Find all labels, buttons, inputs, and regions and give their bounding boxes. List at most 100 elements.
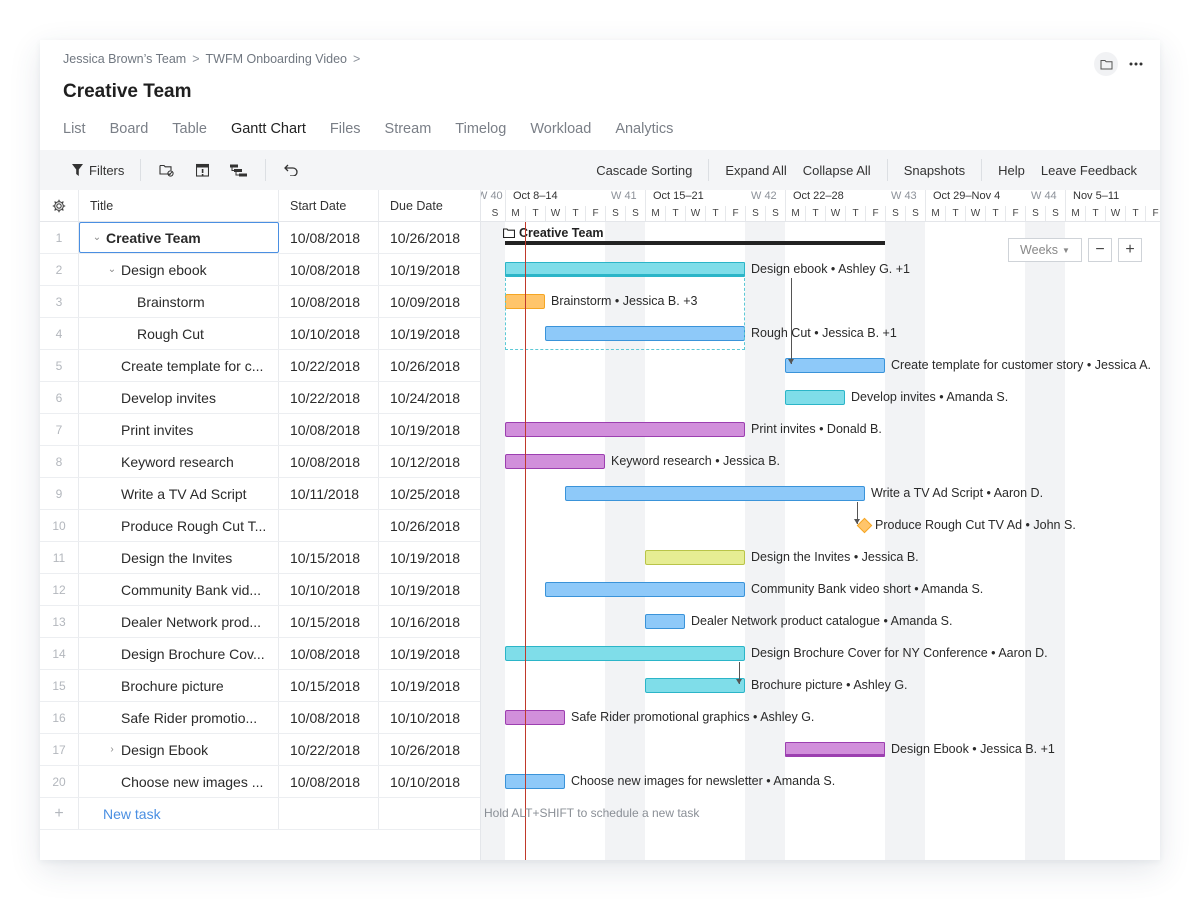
table-row[interactable]: 1 ⌄ Creative Team 10/08/2018 10/26/2018 [40, 222, 480, 254]
start-date-cell[interactable]: 10/08/2018 [279, 414, 379, 445]
summary-task-bar[interactable] [785, 742, 885, 757]
tab-gantt-chart[interactable]: Gantt Chart [230, 118, 306, 154]
due-date-cell[interactable]: 10/24/2018 [379, 382, 480, 413]
cascade-sorting-button[interactable]: Cascade Sorting [596, 163, 692, 178]
task-bar[interactable] [505, 774, 565, 789]
due-date-cell[interactable]: 10/19/2018 [379, 414, 480, 445]
column-header-title[interactable]: Title [79, 190, 279, 221]
due-date-cell[interactable]: 10/19/2018 [379, 542, 480, 573]
due-date-cell[interactable]: 10/19/2018 [379, 670, 480, 701]
summary-task-bar[interactable] [505, 262, 745, 277]
expand-all-button[interactable]: Expand All [725, 163, 786, 178]
hierarchy-icon[interactable] [229, 161, 247, 179]
tab-list[interactable]: List [63, 118, 86, 150]
new-task-row[interactable]: + New task [40, 798, 480, 830]
filters-button[interactable]: Filters [72, 163, 124, 178]
due-date-cell[interactable]: 10/19/2018 [379, 574, 480, 605]
task-title-cell[interactable]: Print invites [79, 414, 279, 445]
gantt-chart[interactable]: W 40 S Oct 8–14 W 41 M T W T F S S Oct 15–21 W 42 M T W… [481, 190, 1160, 860]
due-date-cell[interactable]: 10/26/2018 [379, 222, 480, 253]
tab-analytics[interactable]: Analytics [615, 118, 673, 150]
table-row[interactable]: 7 Print invites 10/08/2018 10/19/2018 [40, 414, 480, 446]
due-date-cell[interactable]: 10/19/2018 [379, 318, 480, 349]
leave-feedback-button[interactable]: Leave Feedback [1041, 163, 1137, 178]
task-title-cell[interactable]: Choose new images ... [79, 766, 279, 797]
start-date-cell[interactable]: 10/10/2018 [279, 574, 379, 605]
chevron-down-icon[interactable]: ⌄ [105, 264, 119, 275]
table-settings-button[interactable] [40, 190, 79, 221]
start-date-cell[interactable]: 10/08/2018 [279, 222, 379, 253]
task-title-cell[interactable]: ⌄ Creative Team [79, 222, 279, 253]
task-title-cell[interactable]: Create template for c... [79, 350, 279, 381]
collapse-all-button[interactable]: Collapse All [803, 163, 871, 178]
start-date-cell[interactable]: 10/11/2018 [279, 478, 379, 509]
tab-workload[interactable]: Workload [530, 118, 591, 150]
tab-files[interactable]: Files [330, 118, 361, 150]
due-date-cell[interactable]: 10/10/2018 [379, 766, 480, 797]
more-horizontal-icon[interactable] [1124, 52, 1148, 76]
new-task-link[interactable]: New task [103, 806, 161, 822]
task-title-cell[interactable]: Brainstorm [79, 286, 279, 317]
chevron-down-icon[interactable]: ⌄ [90, 232, 104, 243]
start-date-cell[interactable]: 10/08/2018 [279, 638, 379, 669]
task-title-cell[interactable]: Develop invites [79, 382, 279, 413]
due-date-cell[interactable]: 10/19/2018 [379, 638, 480, 669]
table-row[interactable]: 3 Brainstorm 10/08/2018 10/09/2018 [40, 286, 480, 318]
table-row[interactable]: 17 › Design Ebook 10/22/2018 10/26/2018 [40, 734, 480, 766]
start-date-cell[interactable]: 10/15/2018 [279, 670, 379, 701]
breadcrumb-project[interactable]: TWFM Onboarding Video [206, 52, 348, 66]
zoom-in-button[interactable]: + [1118, 238, 1142, 262]
start-date-cell[interactable]: 10/08/2018 [279, 446, 379, 477]
tab-table[interactable]: Table [172, 118, 207, 150]
due-date-cell[interactable]: 10/12/2018 [379, 446, 480, 477]
start-date-cell[interactable]: 10/22/2018 [279, 734, 379, 765]
project-summary-bar[interactable] [505, 241, 885, 245]
folder-settings-icon[interactable] [157, 161, 175, 179]
table-row[interactable]: 5 Create template for c... 10/22/2018 10… [40, 350, 480, 382]
tab-board[interactable]: Board [110, 118, 149, 150]
timescale-select[interactable]: Weeks ▼ [1008, 238, 1082, 262]
undo-icon[interactable] [282, 161, 300, 179]
task-title-cell[interactable]: › Design Ebook [79, 734, 279, 765]
table-row[interactable]: 16 Safe Rider promotio... 10/08/2018 10/… [40, 702, 480, 734]
start-date-cell[interactable]: 10/08/2018 [279, 702, 379, 733]
task-bar[interactable] [545, 582, 745, 597]
start-date-cell[interactable]: 10/10/2018 [279, 318, 379, 349]
table-row[interactable]: 14 Design Brochure Cov... 10/08/2018 10/… [40, 638, 480, 670]
table-row[interactable]: 2 ⌄ Design ebook 10/08/2018 10/19/2018 [40, 254, 480, 286]
task-title-cell[interactable]: Write a TV Ad Script [79, 478, 279, 509]
task-bar[interactable] [785, 358, 885, 373]
task-title-cell[interactable]: Rough Cut [79, 318, 279, 349]
task-title-cell[interactable]: Produce Rough Cut T... [79, 510, 279, 541]
task-title-cell[interactable]: Design Brochure Cov... [79, 638, 279, 669]
start-date-cell[interactable]: 10/08/2018 [279, 254, 379, 285]
task-bar[interactable] [785, 390, 845, 405]
table-row[interactable]: 4 Rough Cut 10/10/2018 10/19/2018 [40, 318, 480, 350]
breadcrumb-team[interactable]: Jessica Brown’s Team [63, 52, 186, 66]
table-row[interactable]: 9 Write a TV Ad Script 10/11/2018 10/25/… [40, 478, 480, 510]
task-title-cell[interactable]: Safe Rider promotio... [79, 702, 279, 733]
snapshots-button[interactable]: Snapshots [904, 163, 965, 178]
folder-icon[interactable] [1094, 52, 1118, 76]
task-bar[interactable] [505, 646, 745, 661]
start-date-cell[interactable] [279, 510, 379, 541]
add-icon[interactable]: + [40, 798, 79, 829]
task-title-cell[interactable]: Design the Invites [79, 542, 279, 573]
due-date-cell[interactable]: 10/26/2018 [379, 734, 480, 765]
task-title-cell[interactable]: ⌄ Design ebook [79, 254, 279, 285]
table-row[interactable]: 15 Brochure picture 10/15/2018 10/19/201… [40, 670, 480, 702]
start-date-cell[interactable]: 10/22/2018 [279, 350, 379, 381]
task-bar[interactable] [505, 422, 745, 437]
due-date-cell[interactable]: 10/26/2018 [379, 350, 480, 381]
column-header-start-date[interactable]: Start Date [279, 190, 379, 221]
table-row[interactable]: 10 Produce Rough Cut T... 10/26/2018 [40, 510, 480, 542]
due-date-cell[interactable]: 10/26/2018 [379, 510, 480, 541]
due-date-cell[interactable]: 10/16/2018 [379, 606, 480, 637]
zoom-out-button[interactable]: − [1088, 238, 1112, 262]
task-title-cell[interactable]: Dealer Network prod... [79, 606, 279, 637]
start-date-cell[interactable]: 10/22/2018 [279, 382, 379, 413]
table-row[interactable]: 6 Develop invites 10/22/2018 10/24/2018 [40, 382, 480, 414]
task-bar[interactable] [505, 710, 565, 725]
task-title-cell[interactable]: Keyword research [79, 446, 279, 477]
chevron-right-icon[interactable]: › [105, 744, 119, 755]
